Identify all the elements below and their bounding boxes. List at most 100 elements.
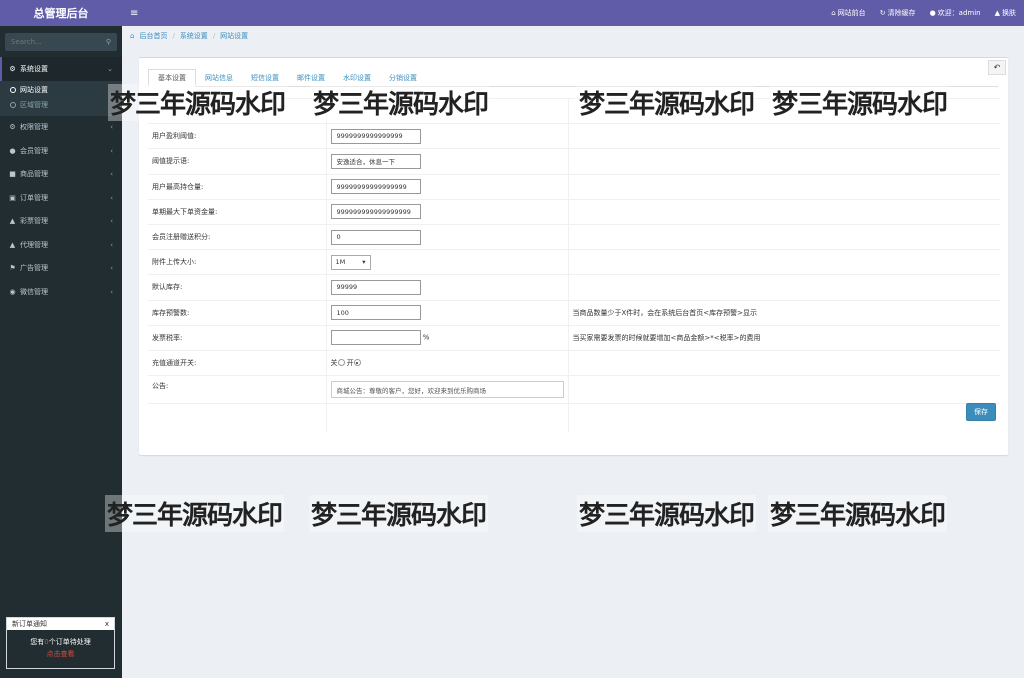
clear-cache-link[interactable]: ↻ 清除缓存 bbox=[880, 8, 916, 18]
top-header: ≡ ⌂ 网站前台 ↻ 清除缓存 ● 欢迎：admin ▲ 换肤 bbox=[122, 0, 1024, 26]
breadcrumb-system-settings[interactable]: 系统设置 bbox=[180, 31, 208, 41]
form-note bbox=[567, 123, 1000, 149]
link-label: 欢迎：admin bbox=[937, 9, 981, 17]
watermark: 梦三年源码水印 bbox=[770, 84, 950, 121]
sidebar-item-permissions[interactable]: ⚙ 权限管理 ‹ bbox=[0, 116, 122, 140]
sidebar-item-label: 系统设置 bbox=[20, 64, 48, 73]
sidebar-item-label: 商品管理 bbox=[20, 170, 48, 179]
header-links: ⌂ 网站前台 ↻ 清除缓存 ● 欢迎：admin ▲ 换肤 bbox=[831, 8, 1016, 18]
default-stock-input[interactable] bbox=[330, 279, 421, 295]
form-label: 阈值提示语: bbox=[148, 148, 326, 175]
sidebar-submenu: 网站设置 区域管理 bbox=[0, 80, 122, 116]
form-row: 充值通道开关: 关 开 bbox=[148, 349, 1000, 376]
notification-body: 您有0个订单待处理 点击查看 bbox=[7, 630, 114, 660]
form-row: 发票税率: % 当买家需要发票的时候就要增加<商品金额>*<税率>的费用 bbox=[148, 324, 1000, 351]
register-points-input[interactable] bbox=[330, 229, 421, 245]
caret-down-icon: ▾ bbox=[362, 258, 366, 267]
form-note bbox=[567, 249, 1000, 275]
sidebar-subitem-site-settings[interactable]: 网站设置 bbox=[0, 83, 122, 98]
user-menu[interactable]: ● 欢迎：admin bbox=[930, 8, 981, 18]
form-label: 库存预警数: bbox=[148, 299, 326, 326]
recharge-on-radio[interactable] bbox=[353, 359, 361, 367]
watermark: 梦三年源码水印 bbox=[108, 84, 288, 121]
announcement-input[interactable] bbox=[330, 381, 564, 399]
search-input[interactable] bbox=[11, 38, 91, 46]
sidebar-item-system-settings[interactable]: ⚙ 系统设置 ⌄ bbox=[0, 57, 122, 81]
circle-icon bbox=[10, 87, 16, 93]
max-position-input[interactable] bbox=[330, 179, 421, 195]
form-row: 默认库存: bbox=[148, 274, 1000, 300]
sidebar-search: ⚲ bbox=[5, 33, 117, 51]
watermark: 梦三年源码水印 bbox=[577, 84, 757, 121]
wechat-icon: ◉ bbox=[9, 287, 16, 296]
save-button[interactable]: 保存 bbox=[966, 403, 996, 421]
sidebar-item-members[interactable]: ● 会员管理 ‹ bbox=[0, 139, 122, 163]
chevron-left-icon: ‹ bbox=[110, 217, 113, 226]
link-label: 网站前台 bbox=[837, 9, 866, 17]
refresh-icon: ↻ bbox=[879, 9, 886, 17]
sidebar: 总管理后台 ⚲ ⚙ 系统设置 ⌄ 网站设置 区域管理 ⚙ 权限管理 ‹ ● 会员管理 … bbox=[0, 0, 122, 678]
form-note bbox=[567, 274, 1000, 300]
form-value-cell: 1M ▾ bbox=[325, 249, 568, 275]
close-icon[interactable]: x bbox=[105, 620, 109, 628]
upload-size-select[interactable]: 1M ▾ bbox=[330, 254, 371, 270]
user-icon: ● bbox=[9, 146, 16, 155]
form-value-cell bbox=[325, 375, 568, 404]
notification-title: 新订单通知 bbox=[12, 620, 47, 628]
watermark: 梦三年源码水印 bbox=[105, 495, 285, 532]
notification-header: 新订单通知 x bbox=[7, 618, 114, 630]
form-row: 附件上传大小: 1M ▾ bbox=[148, 249, 1000, 275]
invoice-tax-input[interactable] bbox=[330, 330, 421, 346]
sidebar-item-wechat[interactable]: ◉ 微信管理 ‹ bbox=[0, 280, 122, 304]
chevron-down-icon: ⌄ bbox=[107, 64, 113, 73]
new-order-notification: 新订单通知 x 您有0个订单待处理 点击查看 bbox=[6, 617, 115, 669]
chevron-left-icon: ‹ bbox=[110, 240, 113, 249]
profit-threshold-input[interactable] bbox=[330, 128, 421, 144]
sidebar-item-ads[interactable]: ⚑ 广告管理 ‹ bbox=[0, 257, 122, 281]
menu-toggle-icon[interactable]: ≡ bbox=[130, 8, 138, 19]
chevron-left-icon: ‹ bbox=[110, 170, 113, 179]
watermark: 梦三年源码水印 bbox=[577, 495, 757, 532]
form-value-cell bbox=[325, 274, 568, 300]
sidebar-item-label: 权限管理 bbox=[20, 123, 48, 132]
form-value-cell bbox=[325, 299, 568, 326]
form-row bbox=[148, 403, 1000, 432]
form-row: 阈值提示语: bbox=[148, 148, 1000, 175]
form-row: 公告: bbox=[148, 375, 1000, 404]
sidebar-item-lottery[interactable]: ▲ 彩票管理 ‹ bbox=[0, 210, 122, 234]
frontend-link[interactable]: ⌂ 网站前台 bbox=[831, 8, 865, 18]
breadcrumb-home[interactable]: 后台首页 bbox=[139, 31, 167, 41]
form-label: 充值通道开关: bbox=[148, 349, 326, 376]
form-label: 附件上传大小: bbox=[148, 249, 326, 275]
gears-icon: ⚙ bbox=[9, 123, 16, 132]
stock-warning-input[interactable] bbox=[330, 305, 421, 321]
sidebar-item-agents[interactable]: ▲ 代理管理 ‹ bbox=[0, 233, 122, 257]
form-note bbox=[567, 349, 1000, 376]
radio-off-label: 关 bbox=[330, 358, 338, 367]
search-icon[interactable]: ⚲ bbox=[106, 38, 111, 46]
circle-icon bbox=[10, 102, 16, 108]
form-value-cell: 关 开 bbox=[325, 349, 568, 376]
app-logo[interactable]: 总管理后台 bbox=[0, 0, 122, 26]
settings-form: 用户盈利阈值: 阈值提示语: 用户最高持仓量: 单期最大下单资金量: 会员注册赠… bbox=[148, 97, 1000, 432]
max-order-amount-input[interactable] bbox=[330, 204, 421, 220]
form-row: 用户最高持仓量: bbox=[148, 173, 1000, 200]
chevron-left-icon: ‹ bbox=[110, 146, 113, 155]
sidebar-item-orders[interactable]: ▣ 订单管理 ‹ bbox=[0, 186, 122, 210]
sidebar-item-label: 彩票管理 bbox=[20, 217, 48, 226]
form-label: 会员注册赠送积分: bbox=[148, 223, 326, 250]
sidebar-subitem-region[interactable]: 区域管理 bbox=[0, 98, 122, 113]
cube-icon: ■ bbox=[9, 170, 16, 179]
form-label: 发票税率: bbox=[148, 324, 326, 351]
breadcrumb-site-settings[interactable]: 网站设置 bbox=[220, 31, 248, 41]
threshold-tip-input[interactable] bbox=[330, 153, 421, 169]
view-orders-link[interactable]: 点击查看 bbox=[7, 648, 114, 660]
notification-text: 个订单待处理 bbox=[48, 638, 91, 646]
recharge-off-radio[interactable] bbox=[337, 359, 345, 367]
form-note: 当商品数量少于X件时，会在系统后台首页<库存预警>显示 bbox=[567, 299, 1000, 326]
bell-icon: ▲ bbox=[9, 217, 16, 226]
breadcrumb-sep: / bbox=[172, 32, 175, 40]
skin-link[interactable]: ▲ 换肤 bbox=[995, 8, 1016, 18]
sidebar-item-products[interactable]: ■ 商品管理 ‹ bbox=[0, 163, 122, 187]
chevron-left-icon: ‹ bbox=[110, 287, 113, 296]
